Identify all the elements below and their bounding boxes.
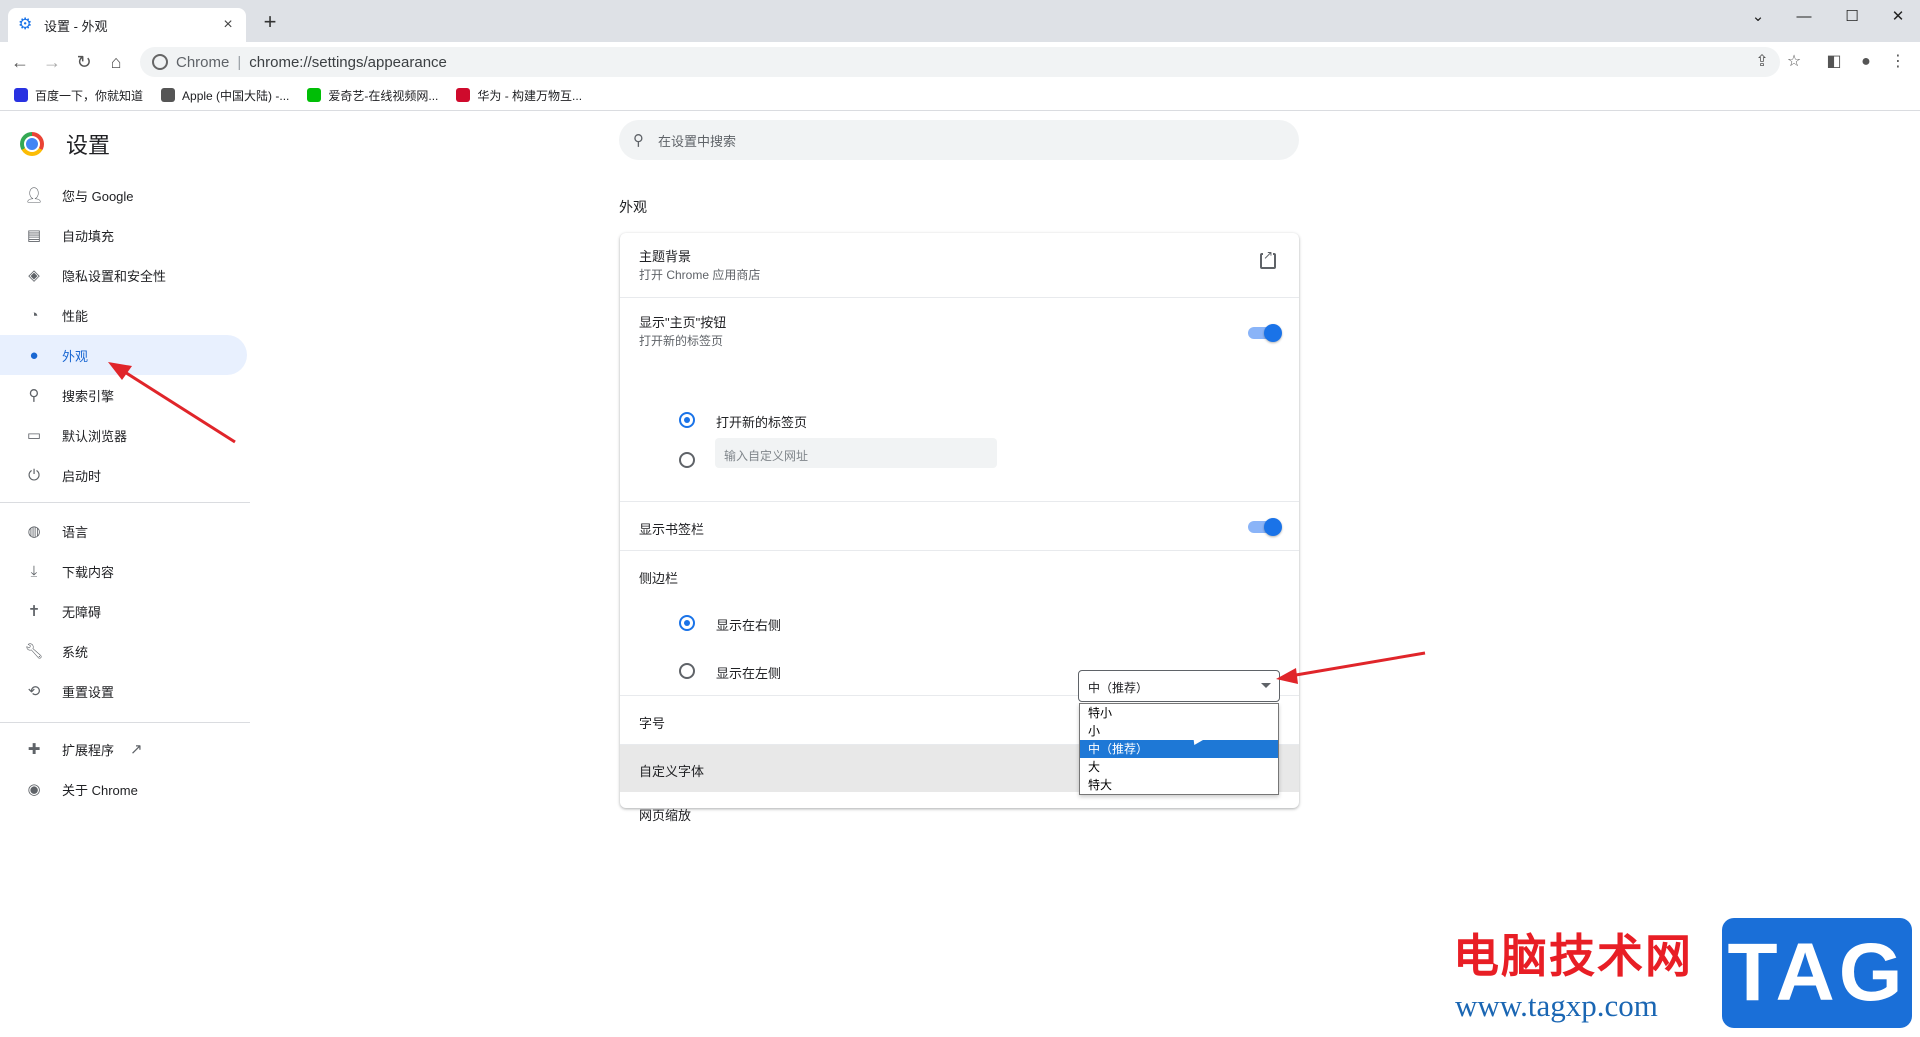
watermark-url: www.tagxp.com bbox=[1455, 988, 1658, 1023]
arrow-to-font-select bbox=[1276, 651, 1426, 684]
watermark-tag-logo: TAG bbox=[1722, 918, 1912, 1028]
annotation-arrows bbox=[108, 362, 1426, 684]
arrow-to-appearance bbox=[108, 362, 236, 444]
watermark-text: 电脑技术网 bbox=[1453, 930, 1693, 982]
